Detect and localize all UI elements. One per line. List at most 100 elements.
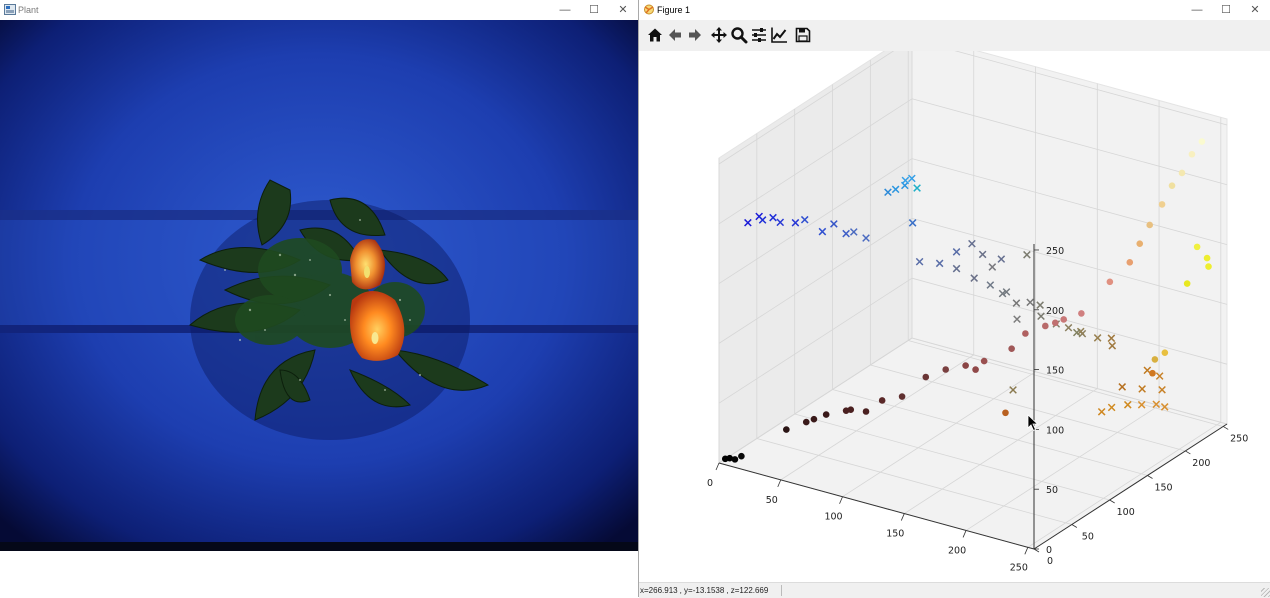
dot-marker xyxy=(1183,280,1191,287)
dot-marker xyxy=(1198,138,1206,145)
dot-marker xyxy=(1002,409,1009,417)
pan-move-icon[interactable] xyxy=(710,26,728,44)
plant-window-title: Plant xyxy=(18,5,39,15)
dot-marker xyxy=(1149,369,1156,377)
dot-marker xyxy=(922,373,930,381)
x-tick-mark xyxy=(839,496,843,504)
y-tick-label: 200 xyxy=(1192,458,1210,469)
y-tick-label: 150 xyxy=(1154,482,1172,493)
x-tick-label: 250 xyxy=(1010,562,1028,573)
dot-marker xyxy=(898,393,906,400)
dot-marker xyxy=(1008,345,1015,352)
figure-titlebar[interactable]: Figure 1 — ☐ ✕ xyxy=(639,0,1270,20)
dot-marker xyxy=(1146,221,1154,229)
dot-marker xyxy=(1203,254,1211,262)
plant-photo xyxy=(0,20,638,551)
plot-canvas[interactable]: 0 0 0 50 50 50 100 100 100 150 150 150 200 200 200 250 2… xyxy=(639,32,1270,582)
close-button[interactable]: ✕ xyxy=(608,0,638,20)
z-tick-label: 50 xyxy=(1046,485,1058,496)
dot-marker xyxy=(1158,201,1166,208)
status-separator xyxy=(781,585,782,596)
dot-marker xyxy=(972,366,979,373)
dot-marker xyxy=(1161,349,1169,356)
plant-titlebar[interactable]: Plant — ☐ ✕ xyxy=(0,0,638,20)
z-tick-label: 150 xyxy=(1046,366,1064,377)
dot-marker xyxy=(1051,319,1059,327)
y-tick-mark xyxy=(1033,548,1040,553)
dot-marker xyxy=(942,366,950,373)
dot-marker xyxy=(847,406,855,414)
dot-marker xyxy=(783,426,790,433)
dot-marker xyxy=(738,452,745,460)
dot-marker xyxy=(1106,278,1114,286)
z-tick-label: 250 xyxy=(1046,246,1064,257)
dot-marker xyxy=(878,397,886,404)
status-bar: x=266.913, y=-13.1538, z=122.669 xyxy=(639,582,1270,598)
resize-grip-icon[interactable] xyxy=(1261,588,1270,597)
dot-marker xyxy=(962,362,969,369)
dot-marker xyxy=(980,357,988,365)
dot-marker xyxy=(1078,310,1085,317)
y-tick-label: 0 xyxy=(1047,556,1053,567)
zoom-magnifier-icon[interactable] xyxy=(730,26,748,44)
x-tick-label: 200 xyxy=(948,545,966,556)
dot-marker xyxy=(1188,150,1196,158)
navigation-toolbar xyxy=(639,20,1270,52)
close-button[interactable]: ✕ xyxy=(1240,0,1270,20)
dot-marker xyxy=(1151,356,1159,363)
dot-marker xyxy=(1060,316,1068,323)
dot-marker xyxy=(1205,263,1212,270)
x-tick-mark xyxy=(1024,547,1029,555)
y-tick-mark xyxy=(1109,499,1115,504)
z-tick-label: 200 xyxy=(1046,306,1064,317)
x-tick-label: 0 xyxy=(707,478,713,489)
configure-subplots-icon[interactable] xyxy=(750,26,768,44)
coord-y: , y=-13.1538 xyxy=(679,586,725,595)
y-tick-label: 100 xyxy=(1117,507,1135,518)
edit-axis-icon[interactable] xyxy=(770,26,788,44)
dot-marker xyxy=(1168,182,1176,189)
y-tick-mark xyxy=(1071,524,1078,528)
figure-window: Figure 1 — ☐ ✕ 0 0 0 50 50 50 100 100 100 1 xyxy=(638,0,1270,598)
scatter3d-plot[interactable]: 000505050100 1001001501501502002002002502… xyxy=(639,32,1270,582)
minimize-button[interactable]: — xyxy=(1182,0,1212,20)
dot-marker xyxy=(1126,259,1134,266)
y-tick-mark xyxy=(1185,450,1191,455)
y-tick-label: 250 xyxy=(1230,433,1248,444)
y-tick-label: 50 xyxy=(1082,531,1094,542)
x-tick-label: 50 xyxy=(766,495,778,506)
dot-marker xyxy=(1193,243,1201,251)
plant-window: Plant — ☐ ✕ xyxy=(0,0,638,597)
z-tick-label: 100 xyxy=(1046,425,1064,436)
dot-marker xyxy=(1178,169,1186,177)
y-tick-mark xyxy=(1223,426,1229,430)
dot-marker xyxy=(810,415,818,423)
forward-arrow-icon[interactable] xyxy=(686,26,704,44)
dot-marker xyxy=(1022,330,1029,337)
mouse-cursor-icon xyxy=(1027,414,1039,432)
figure-window-title: Figure 1 xyxy=(657,5,691,15)
coord-x: x=266.913 xyxy=(640,586,678,595)
home-icon[interactable] xyxy=(646,26,664,44)
back-arrow-icon[interactable] xyxy=(666,26,684,44)
x-tick-mark xyxy=(777,479,782,488)
cursor-coordinates: x=266.913, y=-13.1538, z=122.669 xyxy=(640,586,770,595)
image-window-icon xyxy=(4,4,16,15)
x-tick-mark xyxy=(962,530,967,538)
x-tick-mark xyxy=(715,462,720,471)
x-tick-mark xyxy=(900,513,905,521)
dot-marker xyxy=(1042,322,1049,330)
dot-marker xyxy=(862,408,870,415)
maximize-button[interactable]: ☐ xyxy=(579,0,609,20)
coord-z: , z=122.669 xyxy=(726,586,769,595)
dot-marker xyxy=(1136,240,1144,247)
z-tick-label: 0 xyxy=(1046,545,1052,556)
y-tick-mark xyxy=(1147,475,1153,479)
dot-marker xyxy=(822,411,830,418)
minimize-button[interactable]: — xyxy=(550,0,580,20)
dot-marker xyxy=(731,456,739,463)
x-tick-label: 150 xyxy=(886,529,904,540)
maximize-button[interactable]: ☐ xyxy=(1211,0,1241,20)
matplotlib-app-icon xyxy=(644,4,654,15)
save-floppy-icon[interactable] xyxy=(794,26,812,44)
